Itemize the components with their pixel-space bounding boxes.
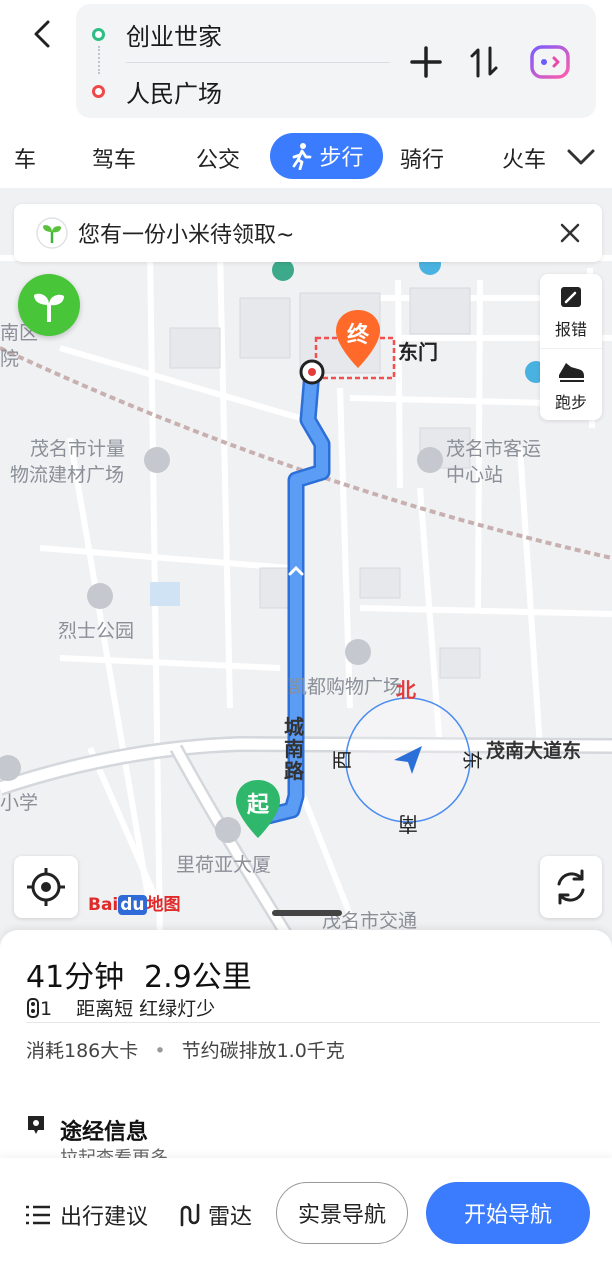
run-button[interactable]: 跑步 [540, 348, 602, 420]
radar-button[interactable]: 雷达 [176, 1198, 252, 1232]
radar-icon [180, 1203, 200, 1227]
run-label: 跑步 [554, 393, 587, 412]
poi-label-east-gate: 东门 [398, 340, 438, 364]
map-base [0, 249, 612, 940]
tab-bike[interactable]: 骑行 [400, 142, 444, 174]
refresh-button[interactable] [540, 856, 602, 918]
end-dot-icon [92, 84, 105, 98]
refresh-icon [557, 869, 585, 905]
poi-label: 凯都购物广场 [288, 676, 403, 698]
drag-handle[interactable] [272, 910, 342, 916]
travel-advice-button[interactable]: 出行建议 [24, 1198, 148, 1232]
walk-icon [293, 143, 312, 170]
map-view[interactable]: 南区 院 东门 茂名市计量 物流建材广场 茂名市客运 中心站 烈士公园 凯都购物… [0, 188, 612, 940]
swap-route-button[interactable] [464, 42, 504, 82]
logo-part-2: du [118, 895, 147, 915]
voice-assistant-button[interactable] [528, 42, 572, 82]
poi-label: 茂名市计量 [30, 438, 126, 460]
road-label-chengnan: 城南路 [284, 715, 304, 783]
poi-label: 院 [0, 348, 20, 370]
end-stop-label: 人民广场 [126, 79, 222, 108]
side-tools: 报错 跑步 [540, 274, 602, 420]
end-marker[interactable]: 终 [334, 308, 382, 370]
poi-label: 里荷亚大厦 [176, 854, 272, 876]
poi-label: 茂名市客运 [446, 438, 542, 460]
tab-walk-label: 步行 [319, 146, 364, 171]
start-dot-icon [92, 27, 105, 41]
tab-bus[interactable]: 公交 [196, 142, 240, 174]
baidu-map-logo: Bai du 地图 [88, 890, 181, 915]
mode-tabs: 车 驾车 公交 步行 骑行 火车 [0, 128, 612, 188]
compass-west: 西 [330, 750, 354, 770]
poi-label: 小学 [0, 792, 39, 814]
sprout-icon [34, 293, 64, 322]
end-stop-field[interactable]: 人民广场 [76, 63, 396, 119]
poi-label: 烈士公园 [58, 620, 135, 642]
back-button[interactable] [22, 14, 62, 54]
via-info-icon [28, 1116, 44, 1134]
start-marker[interactable]: 起 [234, 778, 282, 840]
separator-dot: • [154, 1040, 166, 1062]
start-navigation-button[interactable]: 开始导航 [426, 1182, 590, 1244]
route-tags: 距离短 红绿灯少 [76, 998, 216, 1020]
logo-part-1: Bai [88, 895, 119, 915]
report-error-label: 报错 [554, 320, 587, 339]
chevron-left-icon [34, 20, 50, 48]
poi-label: 物流建材广场 [10, 464, 125, 486]
tab-train[interactable]: 火车 [502, 142, 546, 174]
sprout-icon [36, 217, 68, 249]
logo-part-3: 地图 [146, 895, 181, 915]
report-error-button[interactable]: 报错 [540, 276, 602, 348]
chevron-down-icon [567, 149, 595, 165]
promo-banner[interactable]: 您有一份小米待领取~ [14, 204, 602, 262]
radar-label: 雷达 [208, 1205, 253, 1230]
start-marker-label: 起 [246, 793, 269, 818]
summary-divider [26, 1022, 600, 1023]
ar-navigation-button[interactable]: 实景导航 [276, 1182, 408, 1244]
calories: 消耗186大卡 [26, 1040, 139, 1062]
promo-text: 您有一份小米待领取~ [78, 223, 295, 248]
compass-south: 南 [398, 812, 418, 836]
via-info-title: 途经信息 [60, 1120, 149, 1145]
close-icon[interactable] [556, 219, 584, 247]
sprout-button[interactable] [18, 274, 80, 336]
travel-advice-label: 出行建议 [60, 1205, 149, 1230]
tab-drive[interactable]: 驾车 [92, 142, 136, 174]
action-bar: 出行建议 雷达 实景导航 开始导航 [0, 1158, 612, 1280]
end-marker-label: 终 [346, 323, 369, 348]
route-distance: 2.9公里 [144, 960, 252, 995]
water-patch [150, 582, 180, 606]
route-end-point-inner [308, 368, 316, 376]
list-icon [26, 1205, 50, 1225]
swap-icon [470, 46, 498, 78]
more-tabs-button[interactable] [564, 142, 598, 172]
traffic-light-icon [27, 998, 39, 1018]
compass-east: 东 [460, 750, 484, 770]
navigation-arrow-icon [394, 746, 422, 774]
locate-button[interactable] [14, 856, 78, 918]
carbon-saving: 节约碳排放1.0千克 [181, 1040, 345, 1062]
tab-car-partial[interactable]: 车 [14, 142, 36, 174]
road-label-maonan: 茂南大道东 [486, 740, 582, 762]
crosshair-icon [27, 868, 65, 906]
plus-icon [410, 46, 442, 78]
assistant-icon [530, 45, 570, 79]
add-waypoint-button[interactable] [406, 42, 446, 82]
tab-walk[interactable]: 步行 [270, 133, 383, 179]
edit-icon [561, 287, 581, 307]
header: 创业世家 人民广场 [0, 0, 612, 128]
shoe-icon [559, 363, 584, 382]
start-stop-label: 创业世家 [126, 22, 222, 51]
calorie-row: 消耗186大卡 • 节约碳排放1.0千克 [26, 1036, 345, 1063]
compass-north: 北 [396, 678, 416, 702]
start-stop-field[interactable]: 创业世家 [76, 6, 396, 62]
route-box: 创业世家 人民广场 [76, 4, 596, 118]
traffic-light-count: 1 [40, 998, 53, 1020]
poi-label: 中心站 [446, 464, 504, 486]
lights-row: 1 距离短 红绿灯少 [26, 994, 215, 1021]
route-time: 41分钟 [26, 960, 125, 995]
